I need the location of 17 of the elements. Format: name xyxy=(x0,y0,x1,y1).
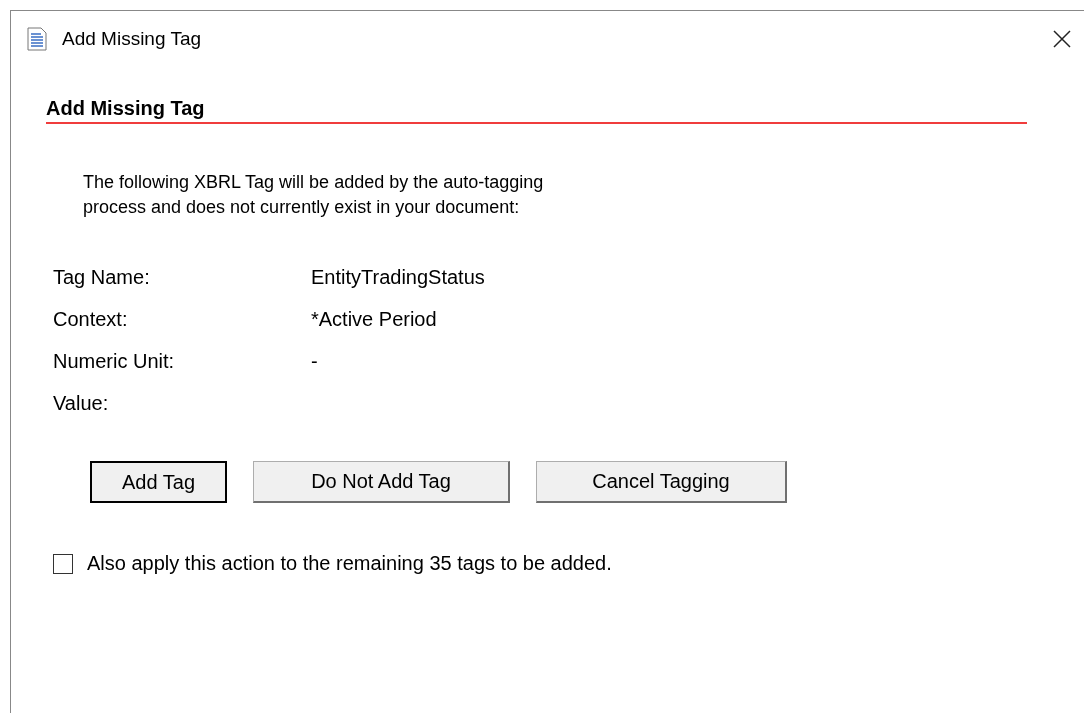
field-value: *Active Period xyxy=(311,307,438,332)
document-icon xyxy=(27,27,47,51)
dialog-button[interactable]: Do Not Add Tag xyxy=(253,461,510,503)
window-title: Add Missing Tag xyxy=(62,28,203,50)
close-icon xyxy=(1053,30,1071,48)
dialog-button[interactable]: Cancel Tagging xyxy=(536,461,787,503)
field-value: EntityTradingStatus xyxy=(311,265,486,290)
field-label: Numeric Unit: xyxy=(53,349,176,374)
field-label: Tag Name: xyxy=(53,265,151,290)
dialog-button[interactable]: Add Tag xyxy=(90,461,227,503)
field-label: Context: xyxy=(53,307,129,332)
checkbox[interactable] xyxy=(53,553,73,574)
description-text: The following XBRL Tag will be added by the auto-tagging process and does not currently exist in your document: xyxy=(83,171,545,219)
field-value: - xyxy=(311,349,319,374)
checkbox-label: Also apply this action to the remaining 35 tags to be added. xyxy=(87,552,612,575)
field-label: Value: xyxy=(53,391,110,416)
section-heading: Add Missing Tag xyxy=(46,97,205,120)
